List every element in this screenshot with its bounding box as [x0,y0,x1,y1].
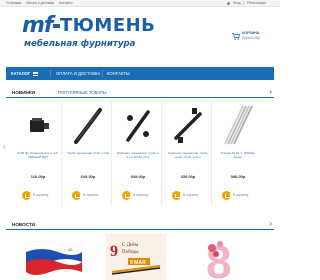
product-image[interactable] [120,104,156,146]
tab-popular[interactable]: ПОПУЛЯРНЫЕ ТОВАРЫ [58,87,107,98]
product-image[interactable] [20,104,56,146]
news-text-3: 9 МАЯ [130,260,146,266]
section-title-news[interactable]: НОВОСТИ [12,219,35,230]
add-to-cart-link[interactable]: В корзину [133,193,148,198]
add-to-cart-icon[interactable] [172,191,181,200]
nav-item-contacts[interactable]: КОНТАКТЫ [107,67,130,80]
top-link-install[interactable]: Установка [6,1,21,6]
add-to-cart-link[interactable]: В корзину [83,193,98,198]
nav-item-payment[interactable]: ОПЛАТА И ДОСТАВКА [56,67,100,80]
news-carousel: 12 9 С Днём Победы 9 МАЯ 8 [14,234,264,280]
header-cart[interactable]: КОРЗИНА Пусто 0.00р [232,31,278,45]
womens-day-image[interactable]: 8 [192,234,252,280]
news-card[interactable]: 12 [22,234,83,280]
add-to-cart-link[interactable]: В корзину [33,193,48,198]
logo-mark: mf [22,13,53,38]
catalog-menu-button[interactable]: КАТАЛОГ [6,67,50,80]
product-price: 396.00р [230,174,246,179]
product-name[interactable]: Комплект черный мат трубы держ. d=16, L=… [166,152,210,167]
product-name[interactable]: Планка 16 DL 1, 3000мм, алюм. [216,152,260,167]
top-links: Установка Оплата и доставка Контакты [6,1,73,6]
cart-sum: Пусто 0.00р [242,36,260,40]
chevron-right-icon[interactable]: › [269,87,272,97]
product-image[interactable] [220,104,256,146]
news-card[interactable]: 8 [192,234,252,280]
news-text-2: Победы [122,250,139,255]
chevron-right-icon[interactable]: › [269,219,272,229]
chevron-left-icon[interactable]: ‹ [3,143,6,151]
product-card[interactable]: D-60 Фл Ограничитель 1 хеб, ЧЕРНЫЙ МАТ 1… [14,102,62,206]
new-products-header: НОВИНКИ ПОПУЛЯРНЫЕ ТОВАРЫ › [6,87,274,98]
svg-text:9: 9 [110,243,118,260]
user-icon [227,2,231,5]
nav-separator [50,70,51,77]
product-card[interactable]: Труба черный мат d=16, L=3м 649.00р В ко… [64,102,112,206]
add-to-cart-link[interactable]: В корзину [233,193,248,198]
logo-tagline: мебельная фурнитура [24,39,136,49]
logo-city: ТЮМЕНЬ [60,15,156,36]
news-card[interactable]: 9 С Днём Победы 9 МАЯ [106,234,166,280]
auth-separator: | [243,1,245,5]
product-image[interactable] [170,104,206,146]
product-name[interactable]: D-60 Фл Ограничитель 1 хеб, ЧЕРНЫЙ МАТ [16,152,60,167]
add-to-cart-icon[interactable] [22,191,31,200]
top-link-payment[interactable]: Оплата и доставка [26,1,54,6]
cart-icon [232,33,240,40]
product-price: 649.00р [80,174,96,179]
section-title-new[interactable]: НОВИНКИ [12,87,35,98]
add-to-cart-icon[interactable] [222,191,231,200]
product-card[interactable]: Планка 16 DL 1, 3000мм, алюм. 396.00р В … [214,102,262,206]
add-to-cart-icon[interactable] [122,191,131,200]
main-nav: КАТАЛОГ ОПЛАТА И ДОСТАВКА КОНТАКТЫ [6,67,274,80]
register-link[interactable]: Регистрация [247,1,266,6]
login-link[interactable]: Вход [233,1,240,6]
product-image[interactable] [70,104,106,146]
product-price: 549.00р [130,174,146,179]
menu-icon [33,71,39,76]
product-card[interactable]: Комплект черный мат трубы и 2 шт d=16 L=… [114,102,162,206]
logo-dash [53,24,60,28]
top-link-contacts[interactable]: Контакты [59,1,73,6]
news-text-1: С Днём [122,243,139,248]
site-logo[interactable]: mf ТЮМЕНЬ мебельная фурнитура [22,14,182,58]
site-header: mf ТЮМЕНЬ мебельная фурнитура КОРЗИНА Пу… [0,7,280,62]
product-price: 339.00р [180,174,196,179]
top-utility-bar: Установка Оплата и доставка Контакты Вхо… [0,0,280,7]
news-header: НОВОСТИ › [6,219,274,230]
catalog-label: КАТАЛОГ [11,71,31,76]
product-price: 116.00р [30,174,46,179]
flag-date: 12 [68,247,73,252]
product-carousel: D-60 Фл Ограничитель 1 хеб, ЧЕРНЫЙ МАТ 1… [14,102,264,206]
product-name[interactable]: Комплект черный мат трубы и 2 шт d=16 L=… [116,152,160,167]
russian-flag-image[interactable]: 12 [22,234,83,280]
product-name[interactable]: Труба черный мат d=16, L=3м [66,152,110,167]
nav-separator [102,70,103,77]
add-to-cart-link[interactable]: В корзину [183,193,198,198]
add-to-cart-icon[interactable] [72,191,81,200]
product-card[interactable]: Комплект черный мат трубы держ. d=16, L=… [164,102,212,206]
victory-day-image[interactable]: 9 С Днём Победы 9 МАЯ [106,234,166,280]
auth-links: Вход | Регистрация [227,1,266,6]
